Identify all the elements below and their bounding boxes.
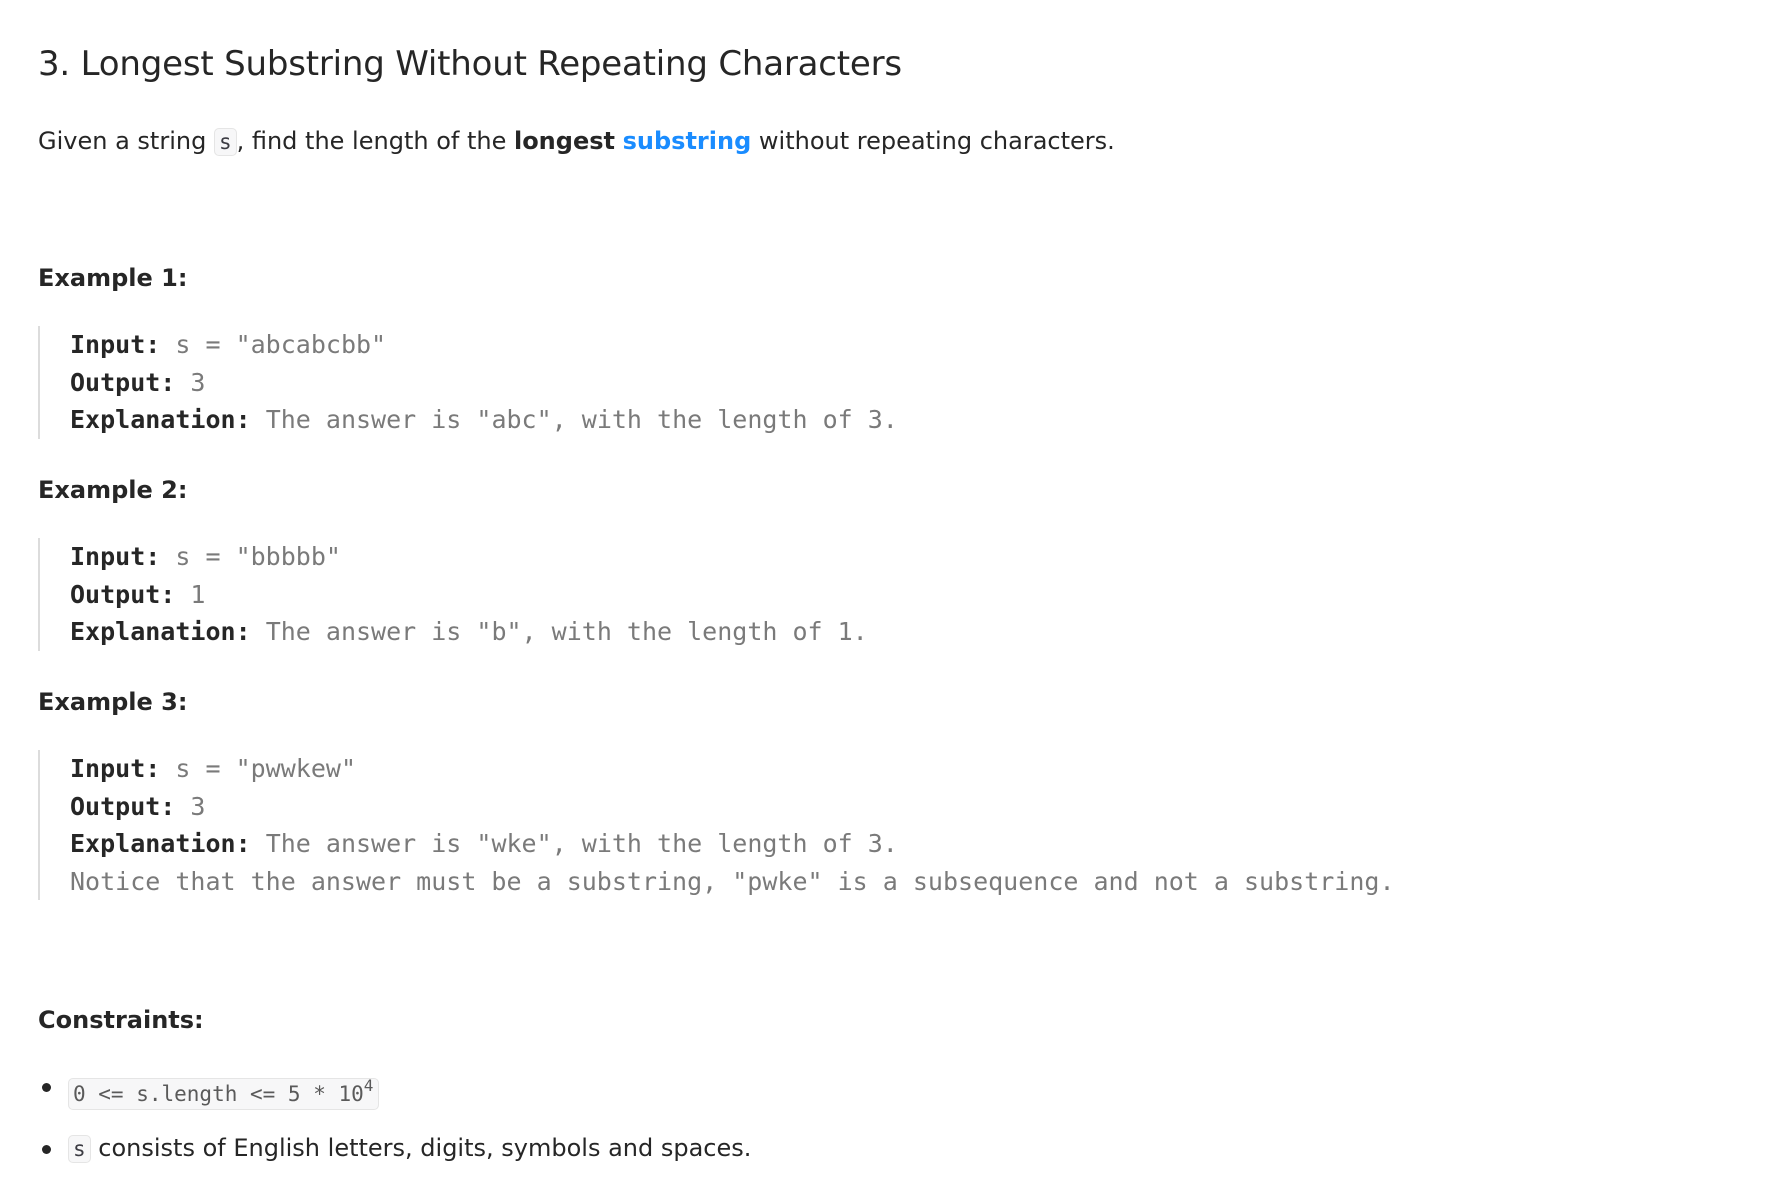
description-text: without repeating characters.	[751, 127, 1115, 155]
example-1-title: Example 1:	[38, 264, 188, 292]
input-label: Input:	[70, 754, 161, 783]
output-value: 1	[190, 579, 206, 609]
problem-title: 3. Longest Substring Without Repeating C…	[38, 44, 902, 84]
problem-page: 3. Longest Substring Without Repeating C…	[0, 0, 1782, 1201]
input-value: s = "abcabcbb"	[175, 330, 387, 359]
output-label: Output:	[70, 791, 176, 821]
example-output: Output: 1	[70, 576, 868, 614]
example-note: Notice that the answer must be a substri…	[70, 866, 1395, 896]
example-2-block: Input: s = "bbbbb" Output: 1 Explanation…	[38, 538, 868, 651]
problem-description: Given a string s, find the length of the…	[38, 125, 1115, 158]
input-label: Input:	[70, 542, 161, 571]
bullet-icon	[42, 1145, 51, 1154]
input-label: Input:	[70, 330, 161, 359]
example-explanation: Explanation: The answer is "wke", with t…	[70, 825, 1395, 863]
constraint-text: consists of English letters, digits, sym…	[90, 1134, 752, 1162]
constraint-item: 0 <= s.length <= 5 * 104	[38, 1068, 751, 1110]
constraints-title: Constraints:	[38, 1006, 204, 1034]
exponent: 4	[363, 1076, 374, 1095]
explanation-label: Explanation:	[70, 829, 251, 858]
output-value: 3	[190, 367, 206, 397]
example-2-title: Example 2:	[38, 476, 188, 504]
bullet-icon	[42, 1083, 51, 1092]
output-label: Output:	[70, 367, 176, 397]
description-text: Given a string	[38, 127, 214, 155]
explanation-label: Explanation:	[70, 617, 251, 646]
constraint-item: s consists of English letters, digits, s…	[38, 1130, 751, 1167]
example-1-block: Input: s = "abcabcbb" Output: 3 Explanat…	[38, 326, 898, 439]
constraint-code: s	[68, 1135, 91, 1163]
substring-link[interactable]: substring	[623, 127, 752, 155]
example-output: Output: 3	[70, 788, 1395, 826]
example-output: Output: 3	[70, 364, 898, 402]
description-text: , find the length of the	[236, 127, 514, 155]
explanation-value: The answer is "abc", with the length of …	[265, 405, 898, 434]
example-explanation: Explanation: The answer is "abc", with t…	[70, 401, 898, 439]
output-value: 3	[190, 791, 206, 821]
example-3-title: Example 3:	[38, 688, 188, 716]
constraints-list: 0 <= s.length <= 5 * 104 s consists of E…	[38, 1068, 751, 1167]
explanation-value: The answer is "b", with the length of 1.	[265, 617, 868, 646]
example-explanation: Explanation: The answer is "b", with the…	[70, 613, 868, 651]
example-input: Input: s = "abcabcbb"	[70, 326, 898, 364]
constraint-code-text: 0 <= s.length <= 5 * 10	[73, 1082, 364, 1106]
input-value: s = "pwwkew"	[175, 754, 356, 783]
constraint-code: 0 <= s.length <= 5 * 104	[68, 1076, 380, 1110]
description-bold: longest	[513, 127, 615, 155]
explanation-value: The answer is "wke", with the length of …	[265, 829, 898, 858]
example-3-block: Input: s = "pwwkew" Output: 3 Explanatio…	[38, 750, 1395, 900]
example-input: Input: s = "pwwkew"	[70, 750, 1395, 788]
input-value: s = "bbbbb"	[175, 542, 341, 571]
example-input: Input: s = "bbbbb"	[70, 538, 868, 576]
output-label: Output:	[70, 579, 176, 609]
explanation-label: Explanation:	[70, 405, 251, 434]
inline-code: s	[213, 128, 237, 156]
